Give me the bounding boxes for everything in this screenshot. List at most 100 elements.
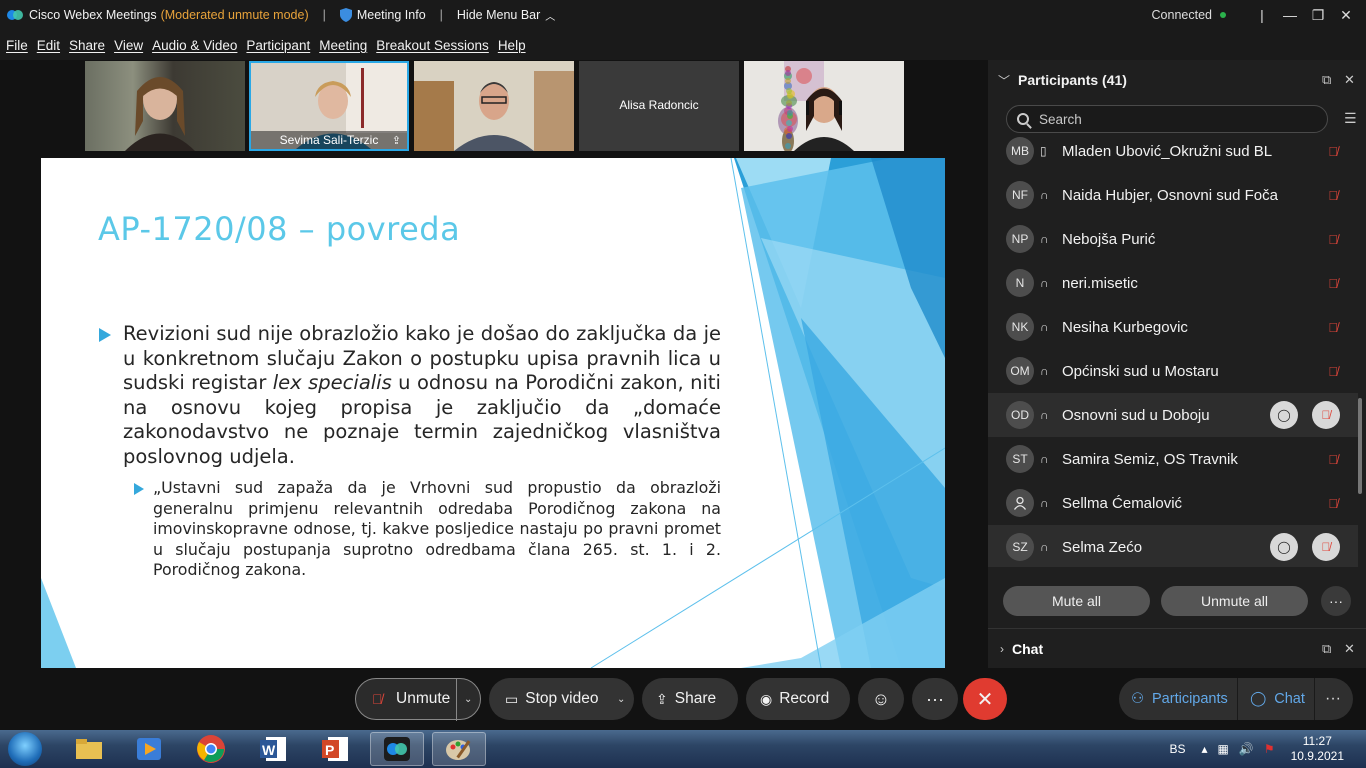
meeting-info-button[interactable]: Meeting Info <box>339 8 426 22</box>
chat-panel-header[interactable]: › Chat ⧉ ✕ <box>988 628 1366 668</box>
webex-taskbar-icon[interactable] <box>370 732 424 766</box>
headset-icon: ∩ <box>1040 320 1049 334</box>
media-player-icon[interactable] <box>122 732 176 766</box>
more-options-icon[interactable]: ··· <box>912 678 958 720</box>
sort-list-icon[interactable]: ☰ <box>1344 110 1357 127</box>
participant-name: Mladen Ubović_Okružni sud BL <box>1062 142 1273 160</box>
participant-name: Sellma Ćemalović <box>1062 494 1183 512</box>
video-tile[interactable]: Alisa Radoncic <box>579 61 739 151</box>
slide-title: AP-1720/08 – povreda <box>98 210 461 248</box>
restore-icon[interactable]: ❐ <box>1304 0 1332 30</box>
svg-text:P: P <box>325 742 334 758</box>
muted-mic-icon[interactable]: 🎙̸ <box>1328 364 1338 379</box>
menu-view[interactable]: View <box>114 38 143 53</box>
headset-icon: ∩ <box>1040 364 1049 378</box>
muted-mic-icon[interactable]: 🎙̸ <box>1328 276 1338 291</box>
muted-mic-icon[interactable]: 🎙̸ <box>1312 533 1340 561</box>
popout-icon[interactable]: ⧉ <box>1322 641 1331 657</box>
powerpoint-icon[interactable]: P <box>308 732 362 766</box>
video-tile[interactable] <box>85 61 245 151</box>
participant-search[interactable] <box>1006 105 1328 133</box>
menu-audio-video[interactable]: Audio & Video <box>152 38 237 53</box>
participants-tab[interactable]: ⚇ Participants <box>1119 678 1237 720</box>
action-center-icon[interactable]: ⚑ <box>1264 742 1275 756</box>
participant-row[interactable]: NK ∩ Nesiha Kurbegovic 🎙̸ <box>988 305 1358 349</box>
muted-mic-icon[interactable]: 🎙̸ <box>1328 232 1338 247</box>
participant-row-hovered[interactable]: SZ ∩ Selma Zećo ◯ 🎙̸ <box>988 525 1358 567</box>
muted-mic-icon[interactable]: 🎙̸ <box>1328 320 1338 335</box>
participant-row[interactable]: ST ∩ Samira Semiz, OS Travnik 🎙̸ <box>988 437 1358 481</box>
slide-bullet-1: Revizioni sud nije obrazložio kako je do… <box>123 322 721 468</box>
participant-row[interactable]: NF ∩ Naida Hubjer, Osnovni sud Foča 🎙̸ <box>988 173 1358 217</box>
avatar: MB <box>1006 137 1034 165</box>
taskbar-clock[interactable]: 11:27 10.9.2021 <box>1291 734 1344 764</box>
file-explorer-icon[interactable] <box>62 732 116 766</box>
participant-row[interactable]: N ∩ neri.misetic 🎙̸ <box>988 261 1358 305</box>
participant-row[interactable]: MB ▯ Mladen Ubović_Okružni sud BL 🎙̸ <box>988 135 1358 173</box>
bullet-arrow-icon <box>99 328 111 342</box>
unmute-button[interactable]: 🎙̸ Unmute ⌄ <box>355 678 481 721</box>
participant-name: Osnovni sud u Doboju <box>1062 406 1210 424</box>
search-input[interactable] <box>1039 111 1299 127</box>
menu-help[interactable]: Help <box>498 38 526 53</box>
mute-all-button[interactable]: Mute all <box>1003 586 1150 616</box>
muted-mic-icon[interactable]: 🎙̸ <box>1312 401 1340 429</box>
avatar: NF <box>1006 181 1034 209</box>
headset-icon: ∩ <box>1040 232 1049 246</box>
stop-video-button[interactable]: ▭ Stop video ⌄ <box>489 678 634 720</box>
word-icon[interactable]: W <box>246 732 300 766</box>
volume-icon[interactable]: 🔊 <box>1239 742 1254 756</box>
paint-icon[interactable] <box>432 732 486 766</box>
record-button[interactable]: ◉ Record <box>746 678 850 720</box>
chat-bubble-icon[interactable]: ◯ <box>1270 401 1298 429</box>
unmute-all-button[interactable]: Unmute all <box>1161 586 1308 616</box>
muted-mic-icon[interactable]: 🎙̸ <box>1328 144 1338 159</box>
share-icon: ⇪ <box>656 690 668 707</box>
video-tile[interactable] <box>744 61 904 151</box>
muted-mic-icon[interactable]: 🎙̸ <box>1328 496 1338 511</box>
audio-options-chevron-icon[interactable]: ⌄ <box>464 694 472 705</box>
chat-tab[interactable]: ◯ Chat <box>1238 678 1314 720</box>
menu-breakout-sessions[interactable]: Breakout Sessions <box>376 38 489 53</box>
app-title: Cisco Webex Meetings <box>29 8 157 22</box>
video-tile[interactable] <box>414 61 574 151</box>
menu-edit[interactable]: Edit <box>37 38 60 53</box>
popout-icon[interactable]: ⧉ <box>1322 72 1331 88</box>
network-icon[interactable]: ▦ <box>1218 742 1229 756</box>
close-icon[interactable]: ✕ <box>1332 0 1360 30</box>
leave-meeting-icon[interactable]: ✕ <box>963 678 1007 720</box>
participant-row[interactable]: NP ∩ Nebojša Purić 🎙̸ <box>988 217 1358 261</box>
video-tile-active[interactable]: Sevima Sali-Terzic ⇪ <box>249 61 409 151</box>
participant-name: Nebojša Purić <box>1062 230 1156 248</box>
menu-participant[interactable]: Participant <box>246 38 310 53</box>
more-options-icon[interactable]: ··· <box>1321 586 1351 616</box>
chevron-down-icon[interactable]: ﹀ <box>998 72 1010 89</box>
language-indicator[interactable]: BS <box>1170 742 1186 756</box>
windows-taskbar: W P BS ▴ ▦ 🔊 ⚑ 11:27 10.9.2021 <box>0 730 1366 768</box>
participant-row-hovered[interactable]: OD ∩ Osnovni sud u Doboju ◯ 🎙̸ <box>988 393 1358 437</box>
chat-bubble-icon[interactable]: ◯ <box>1270 533 1298 561</box>
svg-text:W: W <box>262 742 276 758</box>
menu-bar: File Edit Share View Audio & Video Parti… <box>0 30 1366 60</box>
chevron-right-icon[interactable]: › <box>1000 642 1004 656</box>
hide-menu-bar-button[interactable]: Hide Menu Bar ︿ <box>457 8 555 23</box>
chrome-icon[interactable] <box>184 732 238 766</box>
menu-file[interactable]: File <box>6 38 28 53</box>
close-panel-icon[interactable]: ✕ <box>1344 641 1355 657</box>
windows-start-icon[interactable] <box>8 732 42 766</box>
video-options-chevron-icon[interactable]: ⌄ <box>617 694 625 705</box>
participant-video <box>744 61 904 151</box>
more-panels-icon[interactable]: ··· <box>1315 678 1341 720</box>
menu-meeting[interactable]: Meeting <box>319 38 367 53</box>
show-hidden-icons-icon[interactable]: ▴ <box>1202 742 1208 756</box>
participant-row[interactable]: OM ∩ Općinski sud u Mostaru 🎙̸ <box>988 349 1358 393</box>
menu-share[interactable]: Share <box>69 38 105 53</box>
muted-mic-icon[interactable]: 🎙̸ <box>1328 188 1338 203</box>
muted-mic-icon[interactable]: 🎙̸ <box>1328 452 1338 467</box>
reactions-icon[interactable]: ☺ <box>858 678 904 720</box>
minimize-icon[interactable]: — <box>1276 0 1304 30</box>
close-panel-icon[interactable]: ✕ <box>1344 72 1355 88</box>
participant-row[interactable]: ∩ Sellma Ćemalović 🎙̸ <box>988 481 1358 525</box>
participant-list-scrollbar[interactable] <box>1358 398 1362 494</box>
share-button[interactable]: ⇪ Share <box>642 678 738 720</box>
